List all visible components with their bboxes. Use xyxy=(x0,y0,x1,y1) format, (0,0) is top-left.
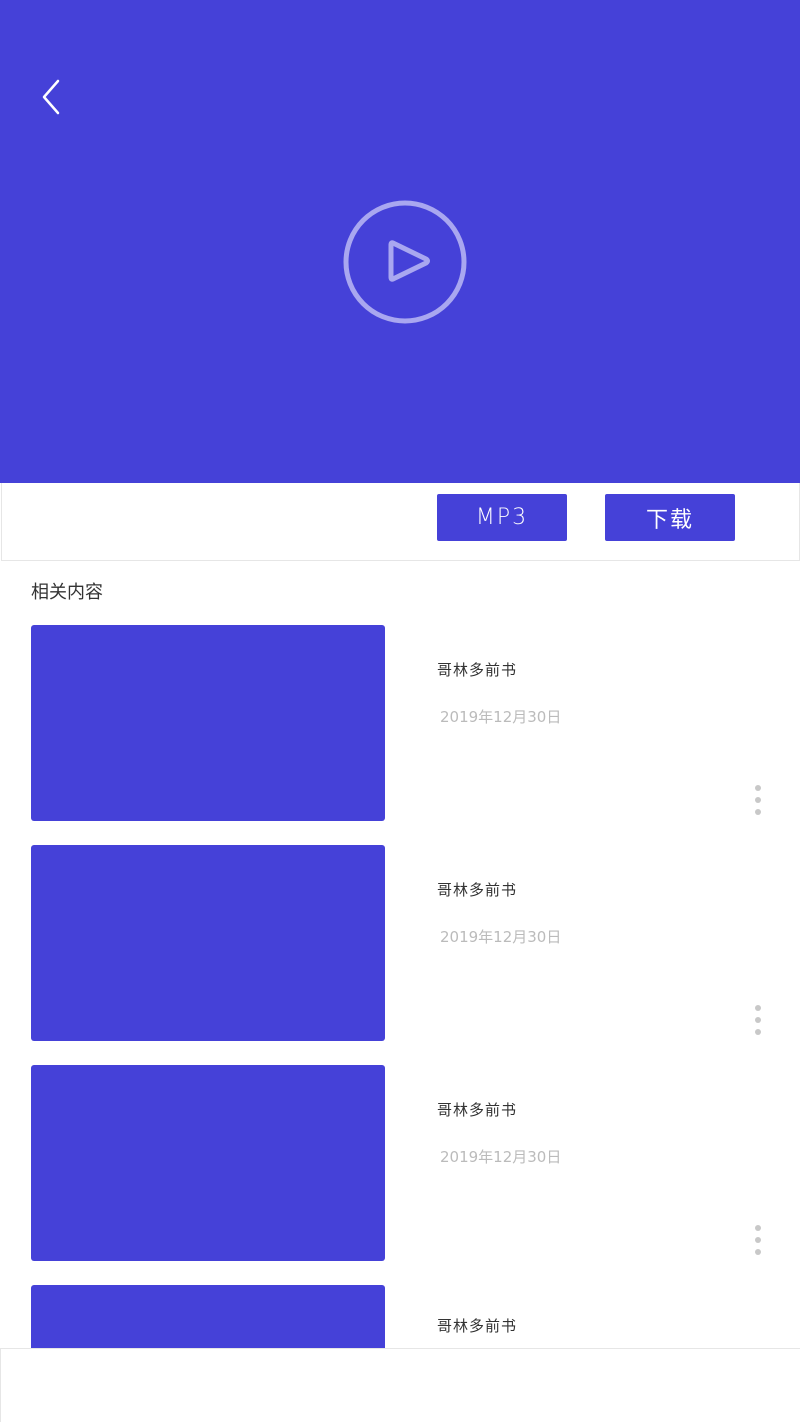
item-title: 哥林多前书 xyxy=(437,881,518,899)
download-button[interactable]: 下载 xyxy=(605,494,735,541)
item-date: 2019年12月30日 xyxy=(440,1148,562,1166)
video-thumbnail[interactable] xyxy=(31,845,385,1041)
chevron-left-icon xyxy=(42,79,60,115)
list-item[interactable]: 哥林多前书 2019年12月30日 xyxy=(0,1065,800,1261)
more-vert-icon xyxy=(755,1225,761,1231)
bottom-bar xyxy=(0,1348,800,1422)
more-options-button[interactable] xyxy=(748,785,768,825)
more-vert-dot xyxy=(755,1249,761,1255)
more-vert-dot xyxy=(755,1029,761,1035)
list-item[interactable]: 哥林多前书 2019年12月30日 xyxy=(0,625,800,821)
item-title: 哥林多前书 xyxy=(437,1101,518,1119)
action-bar: MP3 下载 xyxy=(1,483,800,561)
mp3-button[interactable]: MP3 xyxy=(437,494,567,541)
play-circle-icon xyxy=(343,200,467,324)
item-title: 哥林多前书 xyxy=(437,1317,518,1335)
back-button[interactable] xyxy=(32,74,68,120)
video-thumbnail[interactable] xyxy=(31,625,385,821)
more-vert-icon xyxy=(755,785,761,791)
item-title: 哥林多前书 xyxy=(437,661,518,679)
list-item[interactable]: 哥林多前书 2019年12月30日 xyxy=(0,845,800,1041)
more-vert-dot xyxy=(755,797,761,803)
play-button[interactable] xyxy=(342,199,468,325)
more-options-button[interactable] xyxy=(748,1005,768,1045)
video-thumbnail[interactable] xyxy=(31,1065,385,1261)
more-options-button[interactable] xyxy=(748,1225,768,1265)
item-date: 2019年12月30日 xyxy=(440,928,562,946)
more-vert-dot xyxy=(755,1017,761,1023)
more-vert-icon xyxy=(755,1005,761,1011)
item-date: 2019年12月30日 xyxy=(440,708,562,726)
video-player[interactable] xyxy=(0,0,800,483)
more-vert-dot xyxy=(755,1237,761,1243)
section-title: 相关内容 xyxy=(31,582,103,603)
more-vert-dot xyxy=(755,809,761,815)
